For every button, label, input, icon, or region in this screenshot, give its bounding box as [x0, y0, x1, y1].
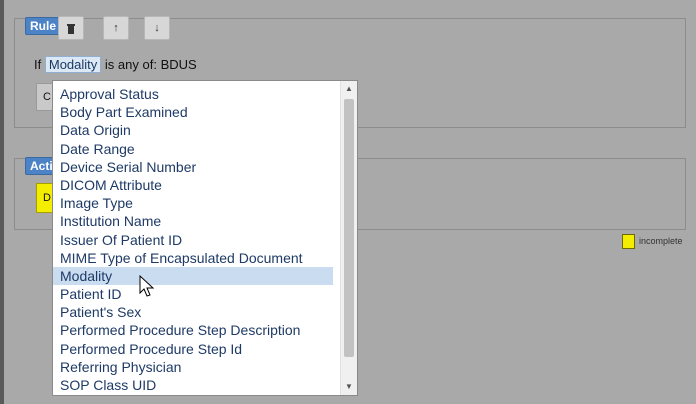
incomplete-swatch [622, 234, 635, 249]
dropdown-option[interactable]: DICOM Attribute [53, 176, 333, 194]
field-dropdown[interactable]: Approval Status Body Part Examined Data Or… [52, 80, 358, 396]
arrow-down-icon: ↓ [154, 22, 160, 34]
dropdown-option[interactable]: Performed Procedure Step Id [53, 340, 333, 358]
dropdown-option[interactable]: Device Serial Number [53, 158, 333, 176]
rule-legend: Rule [25, 17, 62, 35]
dropdown-option[interactable]: Body Part Examined [53, 103, 333, 121]
delete-rule-button[interactable] [58, 16, 84, 40]
trash-icon [67, 23, 75, 34]
dropdown-option[interactable]: Image Type [53, 194, 333, 212]
rule-action-button-label: C [43, 91, 51, 103]
arrow-up-icon: ↑ [113, 22, 119, 34]
dropdown-option[interactable]: Issuer Of Patient ID [53, 231, 333, 249]
dropdown-option[interactable]: MIME Type of Encapsulated Document [53, 249, 333, 267]
incomplete-legend: incomplete [622, 234, 683, 249]
rule-condition: If Modality is any of: BDUS [34, 56, 197, 73]
dropdown-option[interactable]: Patient ID [53, 285, 333, 303]
condition-value[interactable]: BDUS [161, 57, 197, 72]
move-down-button[interactable]: ↓ [144, 16, 170, 40]
dropdown-option[interactable]: Data Origin [53, 121, 333, 139]
scroll-thumb[interactable] [344, 99, 354, 357]
dropdown-option[interactable]: Performed Procedure Step Description [53, 321, 333, 339]
dropdown-option[interactable]: Approval Status [53, 85, 333, 103]
incomplete-label: incomplete [639, 235, 683, 246]
scroll-up-icon[interactable]: ▲ [341, 81, 357, 97]
incomplete-action-button-label: D [43, 192, 51, 204]
condition-operator: is any of: [104, 57, 157, 72]
condition-prefix: If [34, 57, 42, 72]
move-up-button[interactable]: ↑ [103, 16, 129, 40]
dropdown-option[interactable]: Institution Name [53, 212, 333, 230]
mouse-cursor-icon [139, 275, 155, 297]
dropdown-option[interactable]: Referring Physician [53, 358, 333, 376]
scroll-down-icon[interactable]: ▼ [341, 379, 357, 395]
dropdown-option[interactable]: Patient's Sex [53, 303, 333, 321]
field-select[interactable]: Modality [44, 56, 102, 73]
dropdown-options: Approval Status Body Part Examined Data Or… [53, 81, 357, 395]
dropdown-option[interactable]: Station Name [53, 394, 333, 395]
dropdown-option[interactable]: Modality [53, 266, 333, 286]
dropdown-option[interactable]: Date Range [53, 140, 333, 158]
dropdown-option[interactable]: SOP Class UID [53, 376, 333, 394]
dropdown-scrollbar[interactable]: ▲ ▼ [340, 81, 357, 395]
